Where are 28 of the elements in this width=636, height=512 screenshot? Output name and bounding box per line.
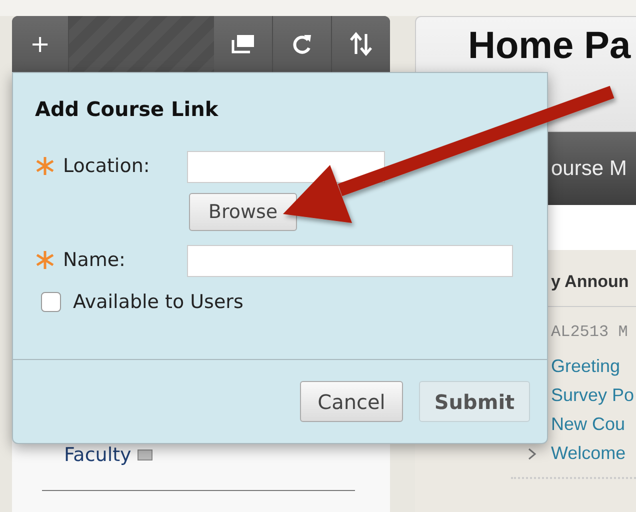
add-button[interactable]: + bbox=[12, 16, 69, 72]
announcement-link[interactable]: New Cou bbox=[551, 414, 626, 435]
chevron-icon bbox=[527, 448, 537, 460]
menu-bar-title[interactable]: ourse M bbox=[551, 156, 627, 180]
browse-button[interactable]: Browse bbox=[189, 193, 297, 231]
module-title: y Announ bbox=[551, 272, 630, 292]
course-code: AL2513 M bbox=[551, 323, 629, 341]
toolbar-button[interactable] bbox=[214, 16, 273, 72]
dialog-title: Add Course Link bbox=[35, 97, 220, 121]
toolbar-button[interactable] bbox=[332, 16, 390, 72]
checkbox[interactable] bbox=[41, 292, 61, 312]
page-title: Home Pa bbox=[468, 25, 632, 68]
announcement-link[interactable]: Survey Po bbox=[551, 385, 634, 406]
announcement-link[interactable]: Greeting bbox=[551, 356, 620, 377]
refresh-icon[interactable] bbox=[291, 33, 313, 55]
document-icon bbox=[137, 449, 154, 461]
announcement-link[interactable]: Welcome bbox=[551, 443, 626, 464]
checkbox-label: Available to Users bbox=[73, 291, 244, 313]
sidebar-link[interactable]: Faculty bbox=[64, 444, 132, 466]
sort-icon[interactable] bbox=[349, 32, 373, 56]
toolbar-button[interactable] bbox=[273, 16, 332, 72]
field-label: Location: bbox=[63, 155, 150, 177]
text-field[interactable] bbox=[187, 245, 513, 277]
cancel-button[interactable]: Cancel bbox=[300, 381, 403, 422]
submit-button[interactable]: Submit bbox=[419, 381, 530, 422]
field-label: Name: bbox=[63, 249, 126, 271]
windows-icon[interactable] bbox=[231, 34, 255, 54]
text-field[interactable] bbox=[187, 151, 385, 183]
